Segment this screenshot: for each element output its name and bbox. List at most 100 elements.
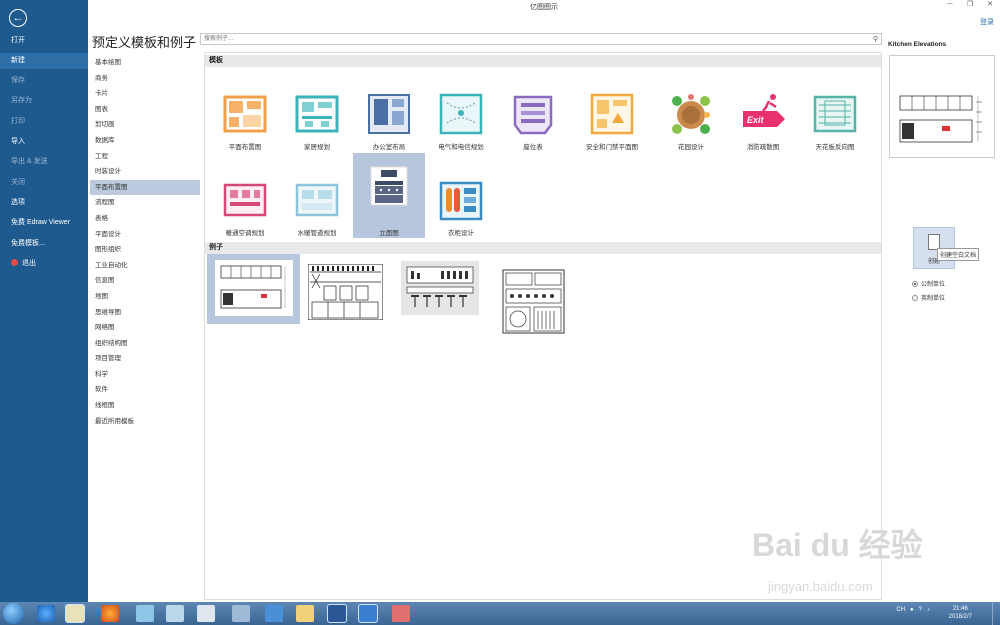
nav-save-as[interactable]: 另存为 bbox=[0, 93, 88, 109]
nav-export-send[interactable]: 导出 & 发送 bbox=[0, 154, 88, 170]
window-title: 亿图图示 bbox=[530, 4, 558, 11]
template-hvac-plan[interactable]: 暖通空调规划 bbox=[209, 153, 281, 238]
category-item[interactable]: 图表 bbox=[90, 102, 200, 118]
nav-options[interactable]: 选项 bbox=[0, 195, 88, 211]
clock-date: 2018/2/7 bbox=[948, 614, 972, 620]
category-item[interactable]: 软件 bbox=[90, 382, 200, 398]
template-label: 水暖管道规划 bbox=[297, 230, 337, 237]
template-home-plan[interactable]: 家居规划 bbox=[281, 67, 353, 152]
template-fire-exit[interactable]: Exit 消防疏散图 bbox=[727, 67, 799, 152]
example-bar-counter-elevation[interactable] bbox=[401, 261, 479, 315]
category-item[interactable]: 网络图 bbox=[90, 320, 200, 336]
clock[interactable]: 21:46 2018/2/7 bbox=[949, 605, 972, 621]
edraw-icon[interactable] bbox=[358, 604, 378, 623]
back-arrow-icon[interactable]: ← bbox=[9, 9, 27, 27]
category-item[interactable]: 图形组织 bbox=[90, 242, 200, 258]
template-garden-design[interactable]: 花园设计 bbox=[655, 67, 727, 152]
bird-app-icon[interactable] bbox=[265, 605, 283, 622]
input-language[interactable]: CH bbox=[896, 607, 905, 613]
search-icon[interactable]: ⚲ bbox=[873, 35, 878, 43]
category-item-selected[interactable]: 平面布置图 bbox=[90, 179, 200, 196]
nav-new[interactable]: 新建 bbox=[0, 53, 88, 69]
category-item[interactable]: 平面设计 bbox=[90, 227, 200, 243]
category-item[interactable]: 卡片 bbox=[90, 86, 200, 102]
metric-units-radio[interactable]: 公制单位 bbox=[912, 279, 945, 288]
category-item[interactable]: 剪切画 bbox=[90, 117, 200, 133]
template-wardrobe[interactable]: 衣柜设计 bbox=[425, 153, 497, 238]
svg-text:Exit: Exit bbox=[747, 115, 765, 125]
template-electrical-plan[interactable]: 电气和电信规划 bbox=[425, 67, 497, 152]
nav-print[interactable]: 打印 bbox=[0, 114, 88, 130]
imperial-units-radio[interactable]: 英制单位 bbox=[912, 293, 945, 302]
category-item[interactable]: 数据库 bbox=[90, 133, 200, 149]
template-gallery: 模板 平面布置图 家居规划 办公室布局 电气和电信规划 座位表 安全和门禁平面图… bbox=[204, 52, 882, 600]
category-item[interactable]: 组织结构图 bbox=[90, 336, 200, 352]
file-explorer-icon[interactable] bbox=[65, 604, 85, 623]
category-item[interactable]: 项目管理 bbox=[90, 351, 200, 367]
maximize-button[interactable]: ❐ bbox=[964, 0, 976, 10]
garden-design-icon bbox=[672, 94, 710, 134]
nav-exit[interactable]: 退出 bbox=[0, 256, 88, 272]
radio-unchecked-icon bbox=[912, 294, 918, 301]
category-item[interactable]: 思维导图 bbox=[90, 305, 200, 321]
template-elevation[interactable]: 立面图 bbox=[353, 153, 425, 238]
metric-units-label: 公制单位 bbox=[921, 282, 946, 288]
template-security-plan[interactable]: 安全和门禁平面图 bbox=[569, 67, 655, 152]
category-item[interactable]: 工程 bbox=[90, 149, 200, 165]
minimize-button[interactable]: ─ bbox=[944, 0, 956, 10]
search-input[interactable] bbox=[201, 34, 861, 44]
close-button[interactable]: ✕ bbox=[984, 0, 996, 10]
word-icon[interactable] bbox=[327, 604, 347, 623]
tray-icon[interactable]: ● bbox=[910, 607, 914, 613]
paint-icon[interactable] bbox=[166, 605, 184, 622]
login-link[interactable]: 登录 bbox=[980, 17, 994, 27]
nav-free-viewer[interactable]: 免费 Edraw Viewer bbox=[0, 215, 88, 231]
electrical-plan-icon bbox=[439, 93, 483, 135]
elevation-icon bbox=[370, 166, 408, 206]
nav-save[interactable]: 保存 bbox=[0, 73, 88, 89]
clock-time: 21:46 bbox=[952, 606, 968, 612]
firefox-icon[interactable] bbox=[101, 605, 119, 622]
example-kitchen-elevation[interactable] bbox=[207, 254, 300, 324]
category-item[interactable]: 时装设计 bbox=[90, 164, 200, 180]
taskbar: CH ● ? ♪ 21:46 2018/2/7 bbox=[0, 602, 1000, 625]
template-ceiling-plan[interactable]: 天花板反向图 bbox=[799, 67, 871, 152]
nav-open[interactable]: 打开 bbox=[0, 33, 88, 49]
help-icon[interactable]: ? bbox=[919, 607, 922, 613]
show-desktop-button[interactable] bbox=[992, 602, 1000, 625]
category-item[interactable]: 商务 bbox=[90, 71, 200, 87]
calculator-icon[interactable] bbox=[197, 605, 215, 622]
nav-import[interactable]: 导入 bbox=[0, 134, 88, 150]
drawing-app-icon[interactable] bbox=[392, 605, 410, 622]
template-seating-chart[interactable]: 座位表 bbox=[497, 67, 569, 152]
template-label: 消防疏散图 bbox=[746, 144, 780, 151]
category-item[interactable]: 表格 bbox=[90, 211, 200, 227]
template-label: 花园设计 bbox=[678, 144, 704, 151]
category-item[interactable]: 基本绘图 bbox=[90, 55, 200, 71]
kitchen-elevation-thumbnail bbox=[215, 260, 293, 316]
remote-desktop-icon[interactable] bbox=[232, 605, 250, 622]
nav-close[interactable]: 关闭 bbox=[0, 175, 88, 191]
category-item[interactable]: 科学 bbox=[90, 367, 200, 383]
template-office-layout[interactable]: 办公室布局 bbox=[353, 67, 425, 152]
nav-free-templates[interactable]: 免费模板... bbox=[0, 236, 88, 252]
app-icon[interactable] bbox=[136, 605, 154, 622]
category-item[interactable]: 工业自动化 bbox=[90, 258, 200, 274]
example-laundry-elevation[interactable] bbox=[502, 269, 565, 334]
start-button[interactable] bbox=[3, 603, 24, 624]
ie-browser-icon[interactable] bbox=[37, 605, 55, 622]
category-item[interactable]: 最近所用模板 bbox=[90, 414, 200, 430]
template-label: 家居规划 bbox=[304, 144, 330, 151]
examples-section-header: 例子 bbox=[205, 242, 881, 254]
volume-icon[interactable]: ♪ bbox=[927, 607, 930, 613]
example-cabinet-elevation[interactable] bbox=[307, 263, 384, 321]
search-app-icon[interactable] bbox=[296, 605, 314, 622]
fire-exit-icon: Exit bbox=[743, 94, 785, 127]
home-plan-icon bbox=[295, 95, 339, 133]
template-plumbing-plan[interactable]: 水暖管道规划 bbox=[281, 153, 353, 238]
category-item[interactable]: 线框图 bbox=[90, 398, 200, 414]
category-item[interactable]: 流程图 bbox=[90, 195, 200, 211]
category-item[interactable]: 信息图 bbox=[90, 273, 200, 289]
category-item[interactable]: 地图 bbox=[90, 289, 200, 305]
template-floor-plan[interactable]: 平面布置图 bbox=[209, 67, 281, 152]
